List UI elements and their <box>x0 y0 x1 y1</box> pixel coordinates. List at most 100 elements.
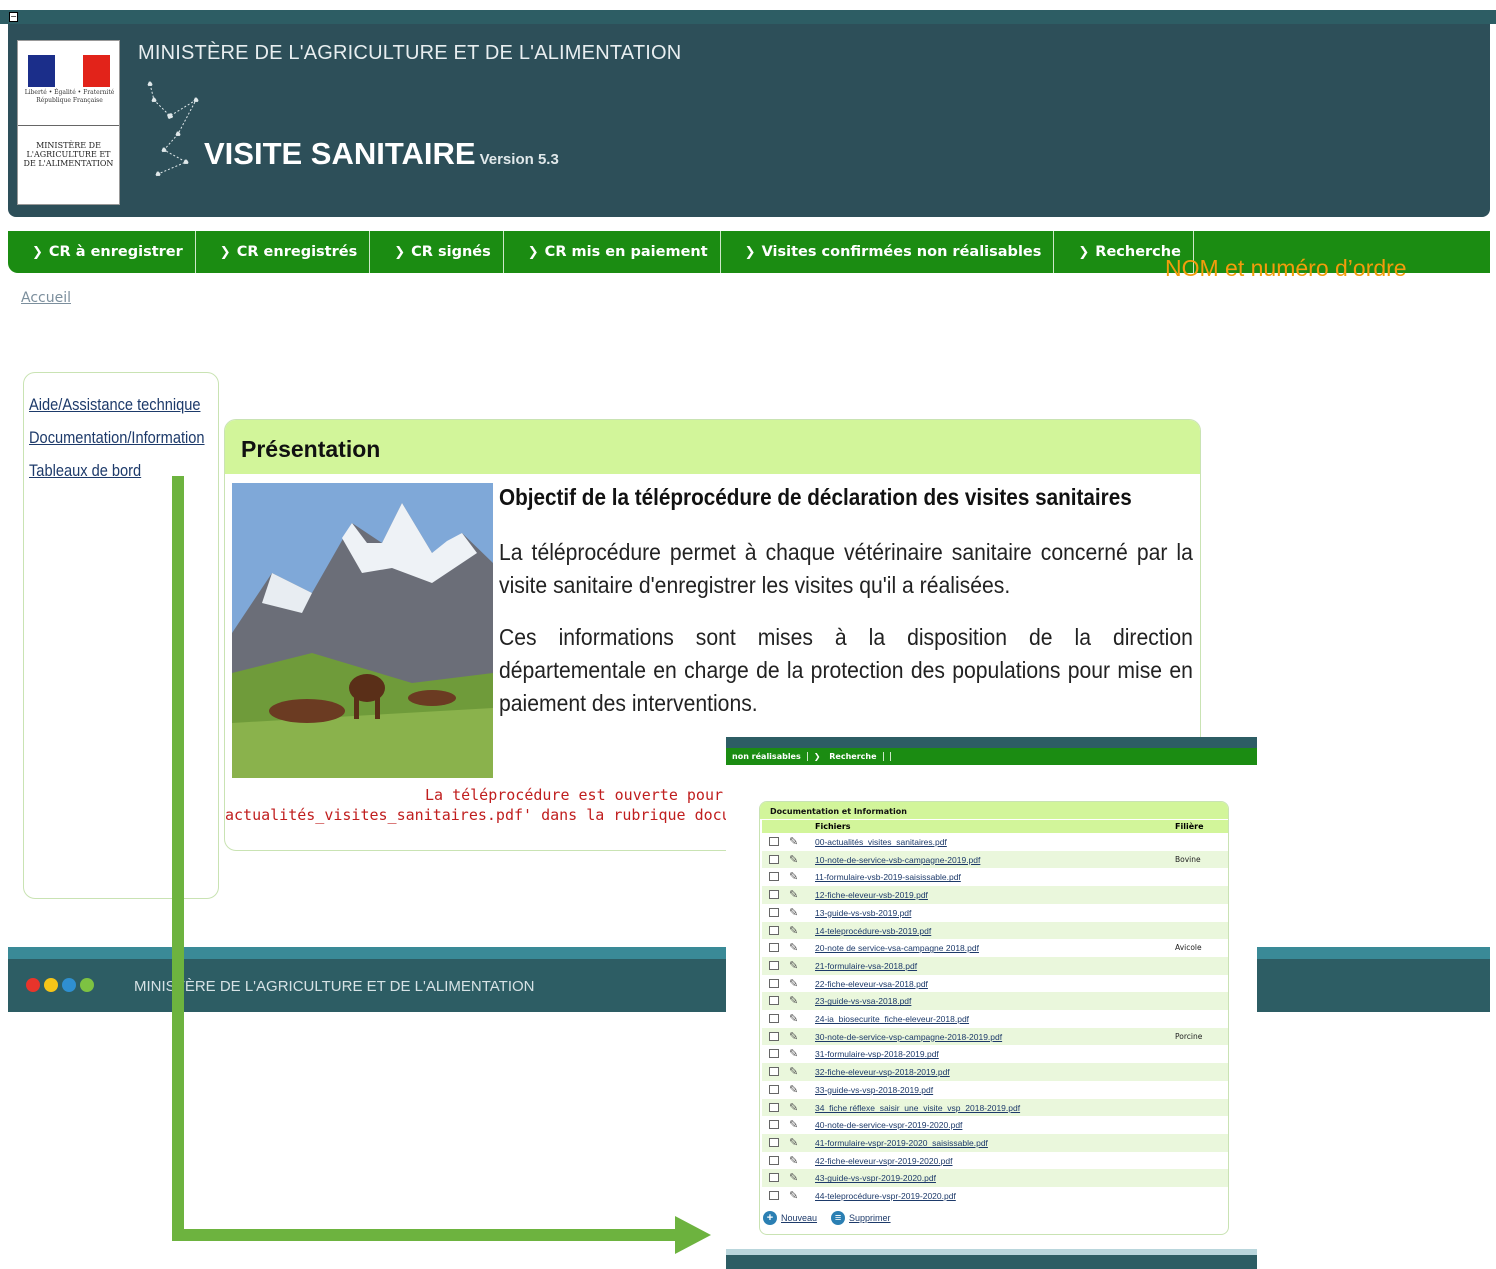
file-link[interactable]: 11-formulaire-vsb-2019-saisissable.pdf <box>815 872 961 882</box>
edit-pencil-icon[interactable]: ✎ <box>789 888 798 901</box>
file-link[interactable]: 41-formulaire-vspr-2019-2020_saisissable… <box>815 1138 988 1148</box>
file-link[interactable]: 33-guide-vs-vsp-2018-2019.pdf <box>815 1085 933 1095</box>
row-checkbox[interactable] <box>769 1102 779 1112</box>
edit-pencil-icon[interactable]: ✎ <box>789 1047 798 1060</box>
footer-dot-red <box>26 978 40 992</box>
table-row: ✎ 43-guide-vs-vspr-2019-2020.pdf <box>762 1169 1228 1187</box>
row-checkbox[interactable] <box>769 1137 779 1147</box>
table-row: ✎ 20-note de service-vsa-campagne 2018.pd… <box>762 939 1228 957</box>
row-checkbox[interactable] <box>769 1067 779 1077</box>
row-checkbox[interactable] <box>769 1014 779 1023</box>
table-row: ✎ 32-fiche-eleveur-vsp-2018-2019.pdf <box>762 1063 1228 1081</box>
file-link[interactable]: 30-note-de-service-vsp-campagne-2018-201… <box>815 1032 1002 1042</box>
edit-pencil-icon[interactable]: ✎ <box>789 835 798 848</box>
ministry-logo[interactable]: Liberté • Égalité • Fraternité République… <box>17 40 120 205</box>
breadcrumb-home[interactable]: Accueil <box>21 290 71 306</box>
file-link[interactable]: 23-guide-vs-vsa-2018.pdf <box>815 996 911 1006</box>
edit-pencil-icon[interactable]: ✎ <box>789 1012 798 1025</box>
delete-icon[interactable]: ≡ <box>831 1211 846 1225</box>
row-checkbox[interactable] <box>769 890 779 900</box>
edit-pencil-icon[interactable]: ✎ <box>789 941 798 954</box>
row-checkbox[interactable] <box>769 925 779 935</box>
edit-pencil-icon[interactable]: ✎ <box>789 1171 798 1184</box>
app-version: Version 5.3 <box>479 151 559 168</box>
edit-pencil-icon[interactable]: ✎ <box>789 906 798 919</box>
table-row: ✎ 41-formulaire-vspr-2019-2020_saisissabl… <box>762 1133 1228 1152</box>
nav-cr-enregistres[interactable]: ❯ CR enregistrés <box>196 231 371 273</box>
file-link[interactable]: 43-guide-vs-vspr-2019-2020.pdf <box>815 1173 936 1183</box>
file-link[interactable]: 22-fiche-eleveur-vsa-2018.pdf <box>815 979 928 989</box>
sidebar-item-aide[interactable]: Aide/Assistance technique <box>29 395 200 415</box>
row-checkbox[interactable] <box>769 996 779 1006</box>
file-link[interactable]: 13-guide-vs-vsb-2019.pdf <box>815 908 911 918</box>
row-checkbox[interactable] <box>769 872 779 882</box>
nav-cr-a-enregistrer[interactable]: ❯ CR à enregistrer <box>8 231 196 273</box>
file-link[interactable]: 40-note-de-service-vspr-2019-2020.pdf <box>815 1120 962 1130</box>
sidebar: Aide/Assistance technique Documentation/… <box>23 372 219 899</box>
file-link[interactable]: 12-fiche-eleveur-vsb-2019.pdf <box>815 890 928 900</box>
table-row: ✎ 23-guide-vs-vsa-2018.pdf <box>762 992 1228 1010</box>
inset-nav-recherche[interactable]: ❯ Recherche <box>808 752 891 761</box>
edit-pencil-icon[interactable]: ✎ <box>789 1083 798 1096</box>
row-checkbox[interactable] <box>769 960 779 970</box>
table-row: ✎ 13-guide-vs-vsb-2019.pdf <box>762 904 1228 922</box>
sidebar-item-tableaux[interactable]: Tableaux de bord <box>29 461 141 481</box>
edit-pencil-icon[interactable]: ✎ <box>789 1136 798 1149</box>
row-checkbox[interactable] <box>769 1120 779 1130</box>
edit-pencil-icon[interactable]: ✎ <box>789 1030 798 1043</box>
edit-pencil-icon[interactable]: ✎ <box>789 853 798 866</box>
callout-arrow-horizontal <box>172 1229 682 1241</box>
row-checkbox[interactable] <box>769 1191 779 1200</box>
file-link[interactable]: 10-note-de-service-vsb-campagne-2019.pdf <box>815 855 980 865</box>
file-link[interactable]: 32-fiche-eleveur-vsp-2018-2019.pdf <box>815 1067 950 1077</box>
file-link[interactable]: 20-note de service-vsa-campagne 2018.pdf <box>815 943 979 953</box>
filiere-cell: Porcine <box>1175 1031 1203 1041</box>
objective-heading: Objectif de la téléprocédure de déclarat… <box>499 484 1132 510</box>
edit-pencil-icon[interactable]: ✎ <box>789 977 798 990</box>
file-link[interactable]: 34_fiche réflexe_saisir_une_visite_vsp_2… <box>815 1103 1020 1113</box>
file-link[interactable]: 14-teleprocédure-vsb-2019.pdf <box>815 926 931 936</box>
edit-pencil-icon[interactable]: ✎ <box>789 1065 798 1078</box>
row-checkbox[interactable] <box>769 1155 779 1165</box>
nav-cr-mis-en-paiement[interactable]: ❯ CR mis en paiement <box>504 231 721 273</box>
edit-pencil-icon[interactable]: ✎ <box>789 1154 798 1167</box>
col-filiere: Filière <box>1175 822 1204 831</box>
table-row: ✎ 34_fiche réflexe_saisir_une_visite_vsp_… <box>762 1098 1228 1117</box>
file-link[interactable]: 21-formulaire-vsa-2018.pdf <box>815 961 917 971</box>
chevron-right-icon: ❯ <box>219 244 231 260</box>
nav-visites-non-realisables[interactable]: ❯ Visites confirmées non réalisables <box>721 231 1055 273</box>
edit-pencil-icon[interactable]: ✎ <box>789 1189 798 1202</box>
file-link[interactable]: 44-teleprocédure-vspr-2019-2020.pdf <box>815 1191 956 1201</box>
row-checkbox[interactable] <box>769 1084 779 1094</box>
row-checkbox[interactable] <box>769 978 779 988</box>
row-checkbox[interactable] <box>769 907 779 917</box>
edit-pencil-icon[interactable]: ✎ <box>789 959 798 972</box>
add-icon[interactable]: + <box>763 1211 777 1225</box>
edit-pencil-icon[interactable]: ✎ <box>789 870 798 883</box>
minimize-icon[interactable]: − <box>9 12 18 22</box>
table-row: ✎ 12-fiche-eleveur-vsb-2019.pdf <box>762 886 1228 904</box>
sidebar-item-documentation[interactable]: Documentation/Information <box>29 428 205 448</box>
row-checkbox[interactable] <box>769 1049 779 1059</box>
row-checkbox[interactable] <box>769 1031 779 1041</box>
inset-nav-non-realisables[interactable]: non réalisables <box>726 752 808 761</box>
footer-dot-yellow <box>44 978 58 992</box>
edit-pencil-icon[interactable]: ✎ <box>789 924 798 937</box>
row-checkbox[interactable] <box>769 854 779 864</box>
file-link[interactable]: 31-formulaire-vsp-2018-2019.pdf <box>815 1049 939 1059</box>
edit-pencil-icon[interactable]: ✎ <box>789 1101 798 1114</box>
table-row: ✎ 44-teleprocédure-vspr-2019-2020.pdf <box>762 1187 1228 1205</box>
row-checkbox[interactable] <box>769 837 779 846</box>
edit-pencil-icon[interactable]: ✎ <box>789 1118 798 1131</box>
logo-divider <box>18 125 119 126</box>
delete-button[interactable]: Supprimer <box>849 1213 891 1223</box>
callout-arrow-vertical <box>172 476 184 1241</box>
file-link[interactable]: 24-ia_biosecurite_fiche-eleveur-2018.pdf <box>815 1014 969 1024</box>
nav-cr-signes[interactable]: ❯ CR signés <box>370 231 504 273</box>
row-checkbox[interactable] <box>769 1173 779 1183</box>
new-button[interactable]: Nouveau <box>781 1213 817 1223</box>
file-link[interactable]: 00-actualités_visites_sanitaires.pdf <box>815 837 947 847</box>
file-link[interactable]: 42-fiche-eleveur-vspr-2019-2020.pdf <box>815 1156 953 1166</box>
edit-pencil-icon[interactable]: ✎ <box>789 994 798 1007</box>
row-checkbox[interactable] <box>769 943 779 953</box>
